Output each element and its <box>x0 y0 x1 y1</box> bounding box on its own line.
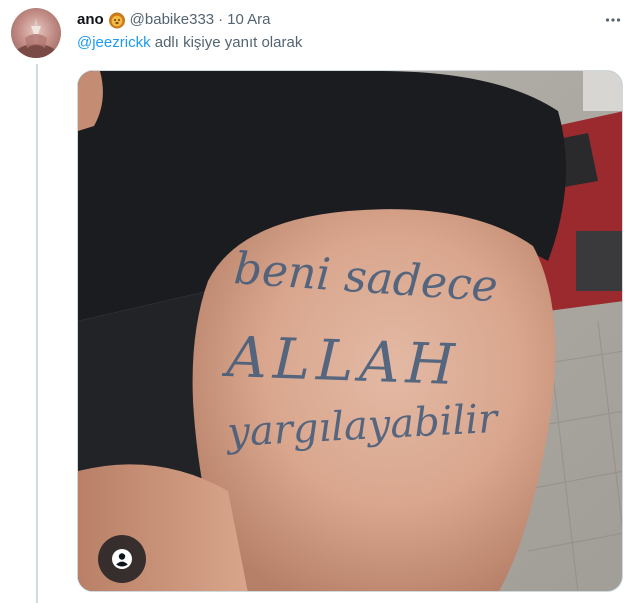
user-handle[interactable]: @babike333 <box>130 10 214 30</box>
tweet-date[interactable]: 10 Ara <box>227 10 270 30</box>
separator-dot: · <box>218 11 224 28</box>
avatar-image <box>14 18 58 58</box>
thread-line <box>36 64 38 603</box>
person-tag-icon[interactable] <box>98 535 146 583</box>
reply-context: @jeezrickk adlı kişiye yanıt olarak <box>77 33 302 53</box>
display-name[interactable]: ano <box>77 10 104 30</box>
tattoo-line-2: ALLAH <box>221 325 462 398</box>
tweet[interactable]: ano @babike333 · 10 Ara @jeezrickk adlı … <box>0 0 635 603</box>
tattoo-photo: beni sadece ALLAH yargılayabilir <box>78 71 622 591</box>
avatar[interactable] <box>11 8 61 58</box>
more-options-icon[interactable] <box>603 10 623 30</box>
tweet-header: ano @babike333 · 10 Ara <box>77 10 271 30</box>
reply-suffix: adlı kişiye yanıt olarak <box>150 34 303 51</box>
tweet-media[interactable]: beni sadece ALLAH yargılayabilir <box>77 70 623 592</box>
lion-emoji-icon <box>108 11 126 29</box>
reply-mention-link[interactable]: @jeezrickk <box>77 34 151 51</box>
